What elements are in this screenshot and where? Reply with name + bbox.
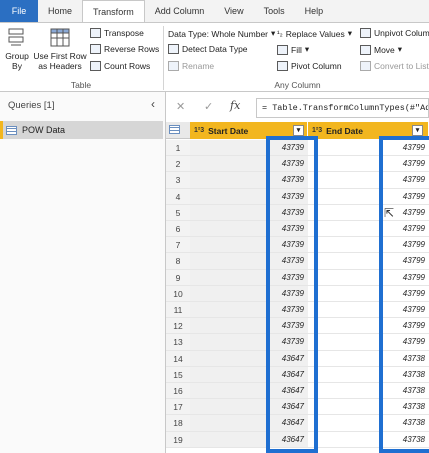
mouse-cursor-icon: ⇱ [384, 206, 395, 220]
tab-tools[interactable]: Tools [254, 0, 295, 22]
row-number[interactable]: 7 [166, 237, 190, 253]
use-first-row-label: Use First Row as Headers [33, 51, 87, 71]
data-type-label: Data Type: Whole Number [168, 28, 268, 39]
rename-icon [168, 61, 179, 71]
queries-header: Queries [1] [8, 100, 55, 111]
row-number[interactable]: 18 [166, 415, 190, 431]
filter-dropdown-icon[interactable]: ▾ [412, 125, 423, 136]
convert-to-list-label: Convert to List [374, 61, 429, 71]
tab-transform[interactable]: Transform [82, 0, 145, 22]
row-number[interactable]: 2 [166, 156, 190, 172]
row-number[interactable]: 12 [166, 318, 190, 334]
fill-label: Fill [291, 44, 302, 55]
data-type-dropdown[interactable]: Data Type: Whole Number ▾ [168, 28, 275, 39]
row-number[interactable]: 8 [166, 253, 190, 269]
row-number[interactable]: 17 [166, 399, 190, 415]
table-group-label: Table [70, 80, 92, 90]
pivot-column-icon [277, 61, 288, 71]
column-header-label: End Date [326, 125, 363, 136]
highlight-start-date [266, 136, 318, 453]
reverse-rows-icon [90, 44, 101, 54]
cancel-formula-icon[interactable]: ✕ [176, 100, 185, 113]
row-number[interactable]: 11 [166, 302, 190, 318]
reverse-rows-label: Reverse Rows [104, 44, 160, 54]
replace-values-icon: ¹₂ [277, 29, 283, 38]
row-number[interactable]: 6 [166, 221, 190, 237]
table-icon [169, 125, 180, 134]
row-number[interactable]: 4 [166, 188, 190, 204]
rename-label: Rename [182, 61, 215, 71]
count-rows-label: Count Rows [104, 61, 151, 71]
move-button[interactable]: Move ▾ [360, 44, 402, 55]
column-header-label: Start Date [208, 125, 249, 136]
count-rows-icon [90, 61, 101, 71]
row-number[interactable]: 5 [166, 204, 190, 220]
highlight-end-date [379, 136, 429, 453]
use-first-row-button[interactable]: Use First Row as Headers [32, 27, 88, 71]
tab-view[interactable]: View [214, 0, 253, 22]
row-number[interactable]: 15 [166, 366, 190, 382]
chevron-down-icon: ▾ [347, 28, 352, 38]
row-number[interactable]: 3 [166, 172, 190, 188]
ribbon-tab-bar: File Home Transform Add Column View Tool… [0, 0, 429, 22]
row-number[interactable]: 9 [166, 269, 190, 285]
group-by-label: Group By [5, 51, 29, 71]
replace-values-button[interactable]: ¹₂ Replace Values ▾ [277, 28, 352, 39]
chevron-down-icon: ▾ [397, 44, 403, 54]
tab-file[interactable]: File [0, 0, 38, 22]
unpivot-columns-icon [360, 28, 371, 38]
convert-to-list-icon [360, 61, 371, 71]
fx-icon[interactable]: fx [230, 99, 240, 112]
row-number[interactable]: 16 [166, 383, 190, 399]
group-by-button[interactable]: Group By [4, 27, 30, 71]
ribbon-separator [163, 26, 164, 90]
rename-button[interactable]: Rename [168, 61, 214, 71]
row-number[interactable]: 1 [166, 140, 190, 156]
table-icon [6, 125, 17, 135]
reverse-rows-button[interactable]: Reverse Rows [90, 44, 159, 54]
chevron-down-icon: ▾ [304, 44, 310, 54]
formula-input[interactable]: = Table.TransformColumnTypes(#"Added [256, 98, 429, 118]
row-number[interactable]: 10 [166, 285, 190, 301]
query-item-pow-data[interactable]: POW Data [0, 121, 163, 139]
row-number[interactable]: 14 [166, 350, 190, 366]
queries-pane [0, 92, 166, 453]
query-selected-indicator [0, 121, 3, 139]
transpose-button[interactable]: Transpose [90, 28, 144, 38]
tab-add-column[interactable]: Add Column [145, 0, 215, 22]
pivot-column-button[interactable]: Pivot Column [277, 61, 342, 71]
fill-button[interactable]: Fill ▾ [277, 44, 309, 55]
table-header-icon [50, 28, 70, 47]
fill-icon [277, 44, 288, 55]
whole-number-type-icon[interactable]: 1²3 [194, 127, 204, 134]
chevron-down-icon: ▾ [271, 28, 276, 38]
move-label: Move [374, 44, 395, 55]
any-column-group-label: Any Column [274, 80, 321, 90]
whole-number-type-icon[interactable]: 1²3 [312, 127, 322, 134]
query-item-label: POW Data [22, 125, 66, 135]
table-menu-icon[interactable] [169, 125, 180, 136]
detect-data-type-button[interactable]: Detect Data Type [168, 44, 248, 54]
group-by-icon [8, 28, 24, 46]
move-icon [360, 44, 371, 55]
unpivot-columns-button[interactable]: Unpivot Colum [360, 28, 429, 38]
collapse-pane-icon[interactable]: ‹ [151, 97, 155, 111]
transpose-label: Transpose [104, 28, 144, 38]
pivot-column-label: Pivot Column [291, 61, 342, 71]
row-number[interactable]: 19 [166, 431, 190, 447]
detect-data-type-icon [168, 44, 179, 54]
convert-to-list-button[interactable]: Convert to List [360, 61, 429, 71]
replace-values-label: Replace Values [285, 28, 345, 39]
transpose-icon [90, 28, 101, 38]
tab-home[interactable]: Home [38, 0, 82, 22]
ribbon: Group By Use First Row as Headers Transp… [0, 22, 429, 92]
count-rows-button[interactable]: Count Rows [90, 61, 150, 71]
filter-dropdown-icon[interactable]: ▾ [293, 125, 304, 136]
row-number[interactable]: 13 [166, 334, 190, 350]
unpivot-columns-label: Unpivot Colum [374, 28, 429, 38]
tab-help[interactable]: Help [295, 0, 334, 22]
commit-formula-icon[interactable]: ✓ [204, 100, 213, 113]
detect-data-type-label: Detect Data Type [182, 44, 248, 54]
